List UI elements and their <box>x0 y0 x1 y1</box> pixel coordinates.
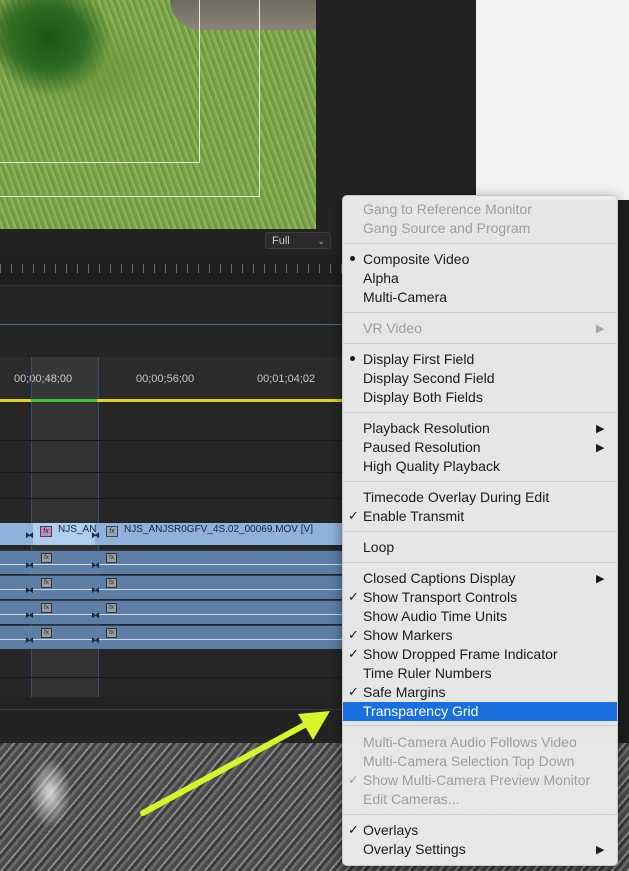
safe-title-margin <box>0 0 200 163</box>
menu-item-alpha[interactable]: Alpha <box>363 270 399 286</box>
desktop-background <box>476 0 629 200</box>
menu-item-edit-cameras: Edit Cameras... <box>363 791 460 807</box>
menu-item-enable-transmit[interactable]: Enable Transmit <box>363 508 464 524</box>
fx-badge-icon: fx <box>40 526 52 537</box>
fx-badge-icon: fx <box>41 628 52 638</box>
menu-item-show-transport-controls[interactable]: Show Transport Controls <box>363 589 517 605</box>
menu-item-display-second-field[interactable]: Display Second Field <box>363 370 495 386</box>
keyframe-icon[interactable]: ⧓ <box>91 635 100 646</box>
video-clip-label: NJS_ANJSR0GFV_4S.02_00069.MOV [V] <box>124 524 313 535</box>
menu-item-composite-video[interactable]: Composite Video <box>363 251 469 267</box>
menu-separator <box>343 814 617 815</box>
menu-item-display-first-field[interactable]: Display First Field <box>363 351 474 367</box>
menu-separator <box>343 312 617 313</box>
menu-item-timecode-overlay[interactable]: Timecode Overlay During Edit <box>363 489 549 505</box>
keyframe-icon[interactable]: ⧓ <box>91 610 100 621</box>
fx-badge-icon: fx <box>106 603 117 613</box>
checkmark-icon: ✓ <box>348 646 359 661</box>
checkmark-icon: ✓ <box>348 822 359 837</box>
keyframe-icon[interactable]: ⧓ <box>91 530 100 541</box>
scrollbar-line <box>0 709 342 710</box>
menu-item-show-audio-time-units[interactable]: Show Audio Time Units <box>363 608 507 624</box>
audio-volume-line[interactable] <box>0 614 342 615</box>
checkmark-icon: ✓ <box>348 508 359 523</box>
keyframe-icon[interactable]: ⧓ <box>25 560 34 571</box>
menu-item-show-markers[interactable]: Show Markers <box>363 627 452 643</box>
menu-separator <box>343 725 617 726</box>
track-divider <box>0 472 342 473</box>
checkmark-icon: ✓ <box>348 772 359 787</box>
selected-dot-icon <box>350 256 355 261</box>
menu-item-high-quality-playback[interactable]: High Quality Playback <box>363 458 500 474</box>
selected-dot-icon <box>350 356 355 361</box>
menu-separator <box>343 531 617 532</box>
fx-badge-icon: fx <box>106 553 117 563</box>
playback-resolution-select[interactable]: Full ⌄ <box>265 232 331 249</box>
fx-badge-icon: fx <box>41 578 52 588</box>
fx-badge-icon: fx <box>106 526 118 537</box>
chevron-down-icon: ⌄ <box>317 236 325 246</box>
audio-volume-line[interactable] <box>0 639 342 640</box>
keyframe-icon[interactable]: ⧓ <box>25 530 34 541</box>
rendered-segment <box>31 399 97 402</box>
checkmark-icon: ✓ <box>348 589 359 604</box>
fx-badge-icon: fx <box>106 628 117 638</box>
timeline-toolbar <box>0 285 342 358</box>
menu-separator <box>343 243 617 244</box>
track-divider <box>0 440 342 441</box>
checkmark-icon: ✓ <box>348 627 359 642</box>
menu-item-closed-captions[interactable]: Closed Captions Display <box>363 570 516 586</box>
menu-item-paused-resolution[interactable]: Paused Resolution <box>363 439 481 455</box>
submenu-arrow-icon: ▶ <box>596 323 605 335</box>
menu-item-gang-reference: Gang to Reference Monitor <box>363 201 532 217</box>
menu-separator <box>343 562 617 563</box>
menu-item-safe-margins[interactable]: Safe Margins <box>363 684 445 700</box>
menu-item-transparency-grid[interactable]: Transparency Grid <box>363 703 478 719</box>
fx-badge-icon: fx <box>41 603 52 613</box>
resolution-value: Full <box>272 235 290 247</box>
fx-badge-icon: fx <box>106 578 117 588</box>
menu-item-vr-video: VR Video <box>363 320 422 336</box>
menu-item-show-dropped-frame[interactable]: Show Dropped Frame Indicator <box>363 646 558 662</box>
menu-item-multi-camera[interactable]: Multi-Camera <box>363 289 447 305</box>
audio-volume-line[interactable] <box>0 589 342 590</box>
checkmark-icon: ✓ <box>348 684 359 699</box>
keyframe-icon[interactable]: ⧓ <box>91 560 100 571</box>
menu-item-loop[interactable]: Loop <box>363 539 394 555</box>
menu-item-mc-selection-top-down: Multi-Camera Selection Top Down <box>363 753 575 769</box>
keyframe-icon[interactable]: ⧓ <box>25 585 34 596</box>
monitor-time-ruler[interactable] <box>0 255 342 285</box>
keyframe-icon[interactable]: ⧓ <box>25 610 34 621</box>
fx-badge-icon: fx <box>41 553 52 563</box>
menu-separator <box>343 343 617 344</box>
keyframe-icon[interactable]: ⧓ <box>91 585 100 596</box>
keyframe-icon[interactable]: ⧓ <box>25 635 34 646</box>
submenu-arrow-icon: ▶ <box>596 573 605 585</box>
submenu-arrow-icon: ▶ <box>596 423 605 435</box>
work-area-line <box>0 324 342 325</box>
menu-item-mc-audio-follows-video: Multi-Camera Audio Follows Video <box>363 734 577 750</box>
audio-volume-line[interactable] <box>0 564 342 565</box>
submenu-arrow-icon: ▶ <box>596 442 605 454</box>
menu-item-display-both-fields[interactable]: Display Both Fields <box>363 389 483 405</box>
menu-item-gang-source: Gang Source and Program <box>363 220 531 236</box>
track-divider <box>0 677 342 678</box>
track-divider <box>0 498 342 499</box>
menu-item-mc-preview-monitor: Show Multi-Camera Preview Monitor <box>363 772 591 788</box>
timeline-scrollbar-area[interactable] <box>0 697 342 743</box>
menu-item-overlays[interactable]: Overlays <box>363 822 418 838</box>
menu-separator <box>343 412 617 413</box>
menu-item-playback-resolution[interactable]: Playback Resolution <box>363 420 490 436</box>
menu-item-time-ruler-numbers[interactable]: Time Ruler Numbers <box>363 665 492 681</box>
timecode-label: 00;01;04;02 <box>257 373 316 385</box>
menu-item-overlay-settings[interactable]: Overlay Settings <box>363 841 466 857</box>
submenu-arrow-icon: ▶ <box>596 844 605 856</box>
menu-separator <box>343 481 617 482</box>
timecode-label: 00;00;56;00 <box>136 373 195 385</box>
